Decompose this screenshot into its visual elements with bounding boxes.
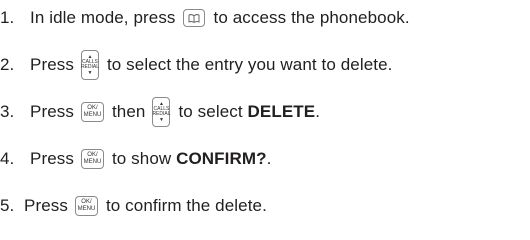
step-text: to select: [178, 102, 248, 121]
display-message: DELETE: [247, 102, 316, 121]
step-number: 5.: [0, 196, 15, 215]
step-text: Press: [24, 196, 68, 215]
key-label-ok: OK/: [81, 199, 92, 205]
key-label-menu: MENU: [83, 112, 102, 118]
up-down-calls-redial-key-icon: ▲ CALLS REDIAL ▼: [81, 50, 99, 80]
step-2: 2. Press ▲ CALLS REDIAL ▼ to select the entry …: [0, 50, 392, 80]
step-text: In idle mode, press: [30, 8, 176, 27]
step-number: 3.: [0, 102, 15, 121]
key-label-menu: MENU: [83, 159, 102, 165]
step-number: 2.: [0, 55, 15, 74]
step-3: 3. Press OK/MENU then ▲ CALLS REDIAL ▼ to select…: [0, 97, 320, 127]
down-arrow-icon: ▼: [158, 116, 164, 123]
instruction-steps: 1. In idle mode, press to access the phone…: [0, 0, 530, 240]
step-text: Press: [30, 55, 74, 74]
ok-menu-key-icon: OK/MENU: [80, 102, 104, 122]
ok-menu-key-icon: OK/MENU: [74, 196, 98, 216]
key-label-ok: OK/: [87, 152, 98, 158]
key-label-ok: OK/: [87, 105, 98, 111]
step-text: .: [315, 102, 321, 121]
display-message: CONFIRM?: [176, 149, 267, 168]
step-text: Press: [30, 102, 74, 121]
step-text: to select the entry you want to delete.: [106, 55, 393, 74]
key-label-menu: MENU: [77, 206, 96, 212]
step-1: 1. In idle mode, press to access the phone…: [0, 3, 410, 33]
up-down-calls-redial-key-icon: ▲ CALLS REDIAL ▼: [152, 97, 171, 127]
step-number: 1.: [0, 8, 15, 27]
phonebook-key-icon: [182, 9, 205, 27]
step-text: Press: [30, 149, 74, 168]
down-arrow-icon: ▼: [87, 69, 93, 76]
step-text: to show: [111, 149, 177, 168]
step-4: 4. Press OK/MENU to show CONFIRM?.: [0, 144, 271, 174]
step-number: 4.: [0, 149, 15, 168]
step-text: to confirm the delete.: [105, 196, 267, 215]
ok-menu-key-icon: OK/MENU: [80, 149, 104, 169]
step-text: to access the phonebook.: [213, 8, 410, 27]
step-5: 5. Press OK/MENU to confirm the delete.: [0, 191, 267, 221]
step-text: then: [111, 102, 146, 121]
open-book-icon: [188, 13, 199, 23]
step-text: .: [266, 149, 272, 168]
